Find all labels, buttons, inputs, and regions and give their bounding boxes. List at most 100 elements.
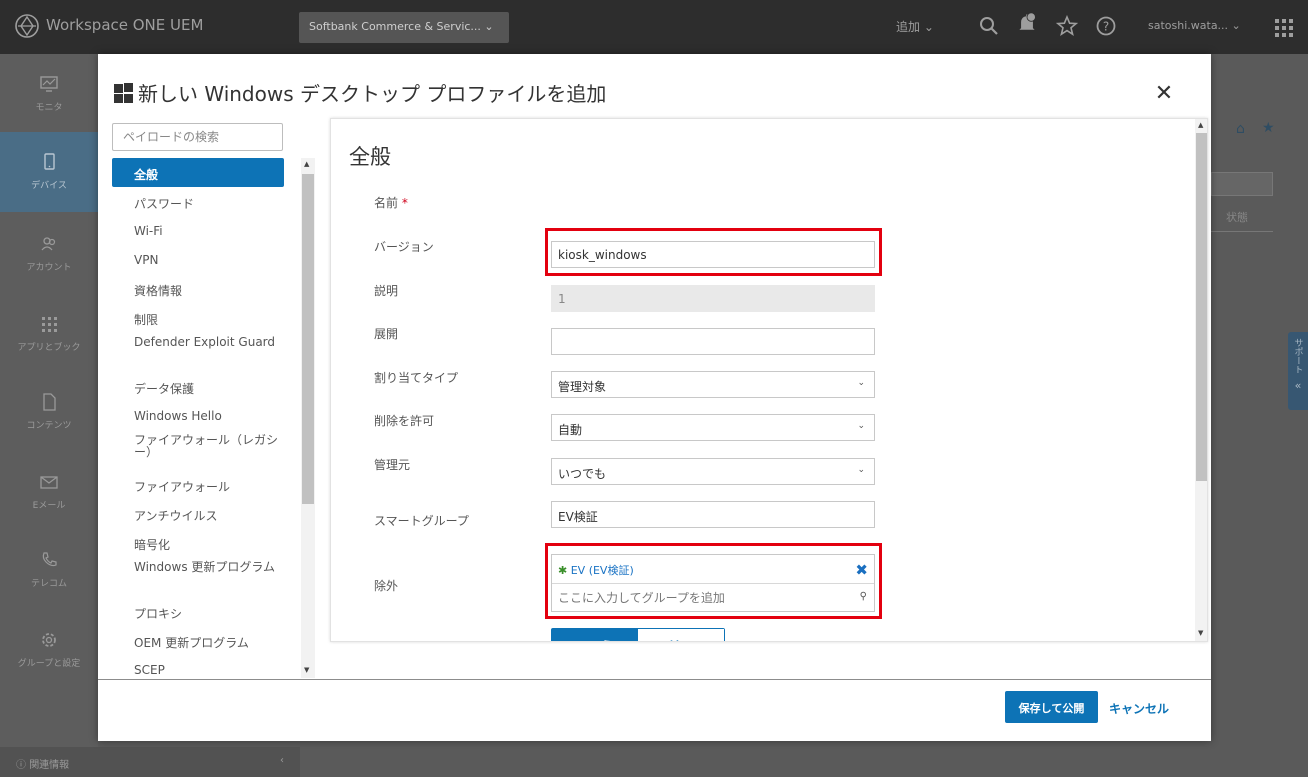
nav-label: モニタ bbox=[35, 103, 63, 113]
nav-label: アプリとブック bbox=[17, 343, 81, 353]
cancel-button[interactable]: キャンセル bbox=[1109, 700, 1169, 717]
app-name: Workspace ONE UEM bbox=[46, 16, 204, 34]
description-label: 説明 bbox=[374, 284, 399, 298]
nav-item-monitor[interactable]: モニタ bbox=[0, 54, 98, 134]
support-label: サポート bbox=[1292, 338, 1303, 374]
payload-list: 全般 パスワード Wi-Fi VPN 資格情報 制限 Defender Expl… bbox=[112, 158, 284, 678]
save-and-publish-button[interactable]: 保存して公開 bbox=[1005, 691, 1098, 723]
footer-divider bbox=[98, 679, 1211, 680]
monitor-icon bbox=[40, 76, 58, 92]
exclusion-toggle: いいえ はい bbox=[551, 628, 725, 641]
windows-logo-icon bbox=[114, 82, 134, 103]
nav-item-content[interactable]: コンテンツ bbox=[0, 372, 98, 452]
scroll-up-arrow-icon[interactable]: ▲ bbox=[1198, 121, 1203, 129]
assignment-type-value: 自動 bbox=[558, 423, 583, 437]
highlight-box-name bbox=[545, 228, 882, 276]
nav-item-accounts[interactable]: アカウント bbox=[0, 214, 98, 294]
nav-label: テレコム bbox=[30, 579, 67, 589]
payload-list-scrollbar[interactable]: ▲ ▼ bbox=[301, 158, 315, 678]
smart-group-label: スマートグループ bbox=[374, 514, 469, 528]
payload-item-encryption[interactable]: 暗号化 bbox=[112, 528, 284, 557]
description-field[interactable] bbox=[551, 328, 875, 355]
home-icon: ⌂ bbox=[1236, 121, 1245, 137]
nav-item-groups-settings[interactable]: グループと設定 bbox=[0, 610, 98, 690]
payload-item-oem-updates[interactable]: OEM 更新プログラム bbox=[112, 626, 284, 655]
background-filter-box bbox=[1211, 172, 1273, 196]
payload-item-firewall-legacy[interactable]: ファイアウォール（レガシー） bbox=[112, 430, 284, 470]
payload-item-credentials[interactable]: 資格情報 bbox=[112, 274, 284, 303]
dialog-title-text: 新しい Windows デスクトップ プロファイルを追加 bbox=[138, 82, 607, 106]
scroll-down-arrow-icon[interactable]: ▼ bbox=[304, 666, 309, 674]
info-icon: ⓘ bbox=[16, 760, 26, 771]
payload-item-proxy[interactable]: プロキシ bbox=[112, 597, 284, 626]
workspace-one-logo-icon bbox=[15, 14, 39, 38]
payload-item-data-protection[interactable]: データ保護 bbox=[112, 372, 284, 401]
add-profile-dialog: 新しい Windows デスクトップ プロファイルを追加 ✕ 全般 パスワード … bbox=[98, 54, 1211, 741]
name-label: 名前 * bbox=[374, 196, 408, 210]
assignment-type-select[interactable]: 自動 ⌄ bbox=[551, 414, 875, 441]
add-menu[interactable]: 追加 ⌄ bbox=[896, 18, 934, 35]
payload-item-antivirus[interactable]: アンチウイルス bbox=[112, 499, 284, 528]
managed-by-label: 管理元 bbox=[374, 458, 411, 472]
deployment-value: 管理対象 bbox=[558, 380, 607, 394]
background-page bbox=[1211, 54, 1308, 777]
payload-item-general[interactable]: 全般 bbox=[112, 158, 284, 187]
payload-item-scep[interactable]: SCEP bbox=[112, 655, 284, 678]
payload-item-wifi[interactable]: Wi-Fi bbox=[112, 216, 284, 245]
nav-item-telecom[interactable]: テレコム bbox=[0, 530, 98, 610]
payload-item-vpn[interactable]: VPN bbox=[112, 245, 284, 274]
search-icon[interactable] bbox=[978, 15, 1000, 37]
scroll-up-arrow-icon[interactable]: ▲ bbox=[304, 160, 309, 168]
section-title: 全般 bbox=[349, 145, 391, 169]
main-nav: モニタ デバイス アカウント アプリとブック コンテンツ Eメール テレコム グ… bbox=[0, 54, 98, 777]
content-scrollbar[interactable]: ▲ ▼ bbox=[1195, 119, 1207, 641]
allow-removal-select[interactable]: いつでも ⌄ bbox=[551, 458, 875, 485]
payload-item-restrictions[interactable]: 制限 bbox=[112, 303, 284, 332]
scroll-down-arrow-icon[interactable]: ▼ bbox=[1198, 629, 1203, 637]
scrollbar-thumb[interactable] bbox=[1196, 133, 1207, 481]
payload-item-defender-exploit-guard[interactable]: Defender Exploit Guard bbox=[112, 332, 284, 372]
support-tab[interactable]: サポート « bbox=[1288, 332, 1308, 410]
exclusion-no-option[interactable]: いいえ bbox=[552, 629, 638, 641]
payload-item-windows-hello[interactable]: Windows Hello bbox=[112, 401, 284, 430]
divider bbox=[1211, 231, 1273, 232]
nav-item-email[interactable]: Eメール bbox=[0, 452, 98, 532]
allow-removal-value: いつでも bbox=[558, 467, 607, 481]
managed-by-field[interactable]: EV検証 bbox=[551, 501, 875, 528]
content-icon bbox=[43, 393, 56, 411]
allow-removal-label: 削除を許可 bbox=[374, 414, 435, 428]
svg-text:?: ? bbox=[1103, 20, 1109, 34]
related-info-label: 関連情報 bbox=[29, 760, 70, 771]
payload-item-windows-updates[interactable]: Windows 更新プログラム bbox=[112, 557, 284, 597]
top-bar: Workspace ONE UEM Softbank Commerce & Se… bbox=[0, 0, 1308, 54]
nav-item-devices[interactable]: デバイス bbox=[0, 132, 98, 212]
nav-label: グループと設定 bbox=[17, 659, 81, 669]
related-info-bar[interactable]: ⓘ 関連情報 ‹ bbox=[0, 747, 300, 777]
deployment-select[interactable]: 管理対象 ⌄ bbox=[551, 371, 875, 398]
help-icon[interactable]: ? bbox=[1095, 15, 1117, 37]
assignment-type-label: 割り当てタイプ bbox=[374, 371, 459, 385]
payload-item-firewall[interactable]: ファイアウォール bbox=[112, 470, 284, 499]
nav-item-apps-books[interactable]: アプリとブック bbox=[0, 294, 98, 374]
nav-label: Eメール bbox=[32, 501, 66, 511]
device-icon bbox=[44, 153, 55, 170]
app-launcher-grid-icon[interactable] bbox=[1275, 19, 1293, 37]
payload-search-input[interactable] bbox=[112, 123, 283, 151]
scrollbar-thumb[interactable] bbox=[302, 174, 314, 504]
mail-icon bbox=[40, 476, 58, 489]
favorite-star-icon[interactable] bbox=[1056, 15, 1078, 37]
chevron-down-icon: ⌄ bbox=[857, 421, 865, 431]
exclusion-label: 除外 bbox=[374, 579, 399, 593]
nav-label: デバイス bbox=[31, 181, 67, 191]
exclusion-yes-option[interactable]: はい bbox=[638, 629, 724, 641]
bookmark-star-icon: ★ bbox=[1262, 120, 1275, 136]
close-icon[interactable]: ✕ bbox=[1154, 83, 1174, 105]
general-settings-panel: 全般 名前 * kiosk_windows バージョン 1 説明 展開 管理対象… bbox=[330, 118, 1208, 642]
collapse-chevron-icon[interactable]: ‹ bbox=[280, 755, 284, 766]
user-menu[interactable]: satoshi.wata... ⌄ bbox=[1148, 19, 1241, 32]
notification-bell-icon[interactable] bbox=[1016, 12, 1038, 34]
payload-item-password[interactable]: パスワード bbox=[112, 187, 284, 216]
org-group-selector[interactable]: Softbank Commerce & Servic... ⌄ bbox=[299, 12, 509, 43]
accounts-icon bbox=[41, 237, 56, 251]
highlight-box-smart-group bbox=[545, 543, 882, 619]
